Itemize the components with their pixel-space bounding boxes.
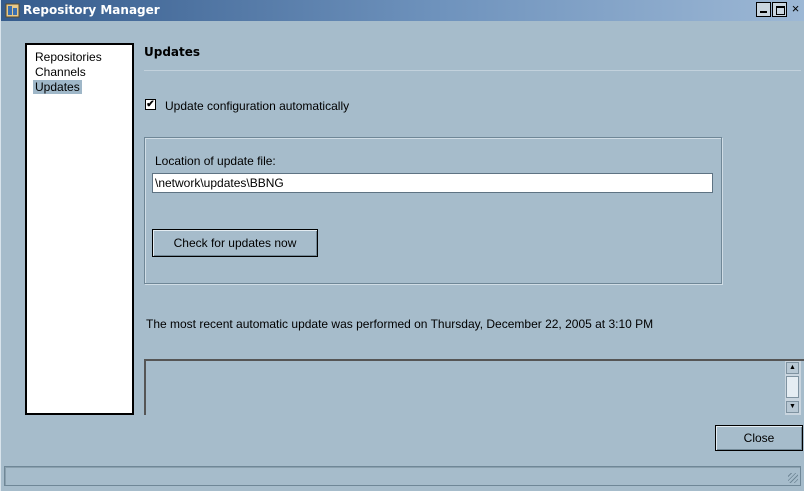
title-bar[interactable]: Repository Manager × bbox=[1, 0, 804, 21]
sidebar-item-repositories[interactable]: Repositories bbox=[33, 50, 104, 64]
app-icon bbox=[5, 3, 20, 18]
title-divider bbox=[144, 70, 801, 71]
sidebar-nav: Repositories Channels Updates bbox=[25, 43, 134, 415]
location-label: Location of update file: bbox=[155, 154, 276, 168]
sidebar-item-updates[interactable]: Updates bbox=[33, 80, 82, 94]
check-updates-button[interactable]: Check for updates now bbox=[152, 229, 318, 257]
page-title: Updates bbox=[144, 45, 201, 59]
scroll-thumb[interactable] bbox=[786, 376, 799, 398]
close-window-button[interactable]: × bbox=[788, 2, 803, 17]
location-input[interactable] bbox=[152, 173, 713, 193]
scroll-up-icon[interactable]: ▲ bbox=[786, 362, 799, 374]
close-button[interactable]: Close bbox=[715, 425, 803, 451]
status-bar bbox=[4, 466, 801, 486]
repository-manager-window: Repository Manager × Repositories Channe… bbox=[0, 0, 804, 491]
scroll-down-icon[interactable]: ▼ bbox=[786, 401, 799, 413]
minimize-button[interactable] bbox=[756, 2, 771, 17]
window-controls: × bbox=[755, 2, 803, 17]
auto-update-checkbox[interactable]: ✔ bbox=[145, 99, 156, 110]
update-log-area[interactable] bbox=[144, 359, 804, 415]
resize-grip-icon[interactable] bbox=[788, 473, 798, 483]
sidebar-item-channels[interactable]: Channels bbox=[33, 65, 88, 79]
window-title: Repository Manager bbox=[23, 3, 160, 17]
maximize-button[interactable] bbox=[772, 2, 787, 17]
last-update-status: The most recent automatic update was per… bbox=[146, 317, 654, 331]
auto-update-label[interactable]: Update configuration automatically bbox=[165, 99, 349, 113]
log-scrollbar[interactable]: ▲ ▼ bbox=[785, 361, 801, 415]
